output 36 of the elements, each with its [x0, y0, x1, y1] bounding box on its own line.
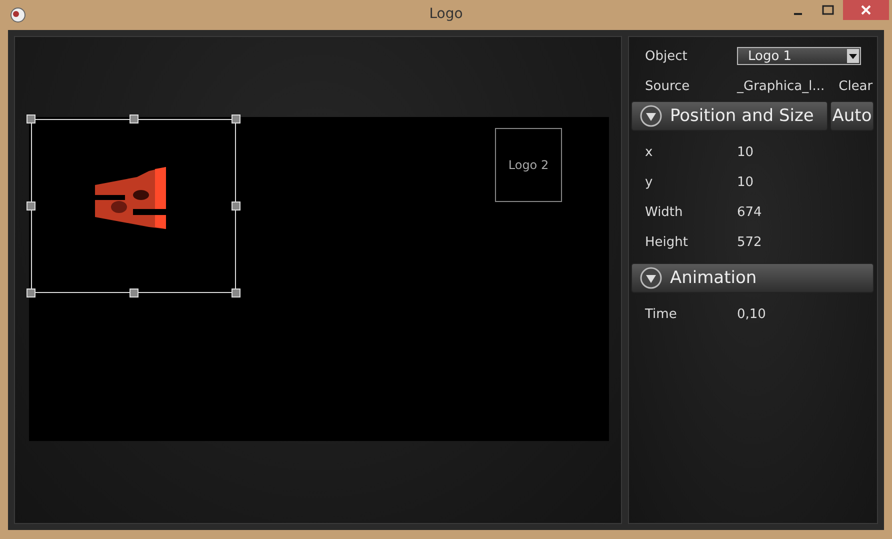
- source-value: _Graphica_l...: [737, 78, 825, 94]
- property-value: 10: [737, 144, 754, 160]
- resize-handle[interactable]: [26, 202, 36, 210]
- expand-icon: [640, 105, 662, 127]
- resize-handle[interactable]: [26, 114, 36, 124]
- property-label: Object: [645, 48, 688, 64]
- property-label: Width: [645, 204, 684, 220]
- property-value: 10: [737, 174, 754, 190]
- minimize-icon: [794, 13, 802, 15]
- object-dropdown[interactable]: Logo 1: [737, 47, 861, 65]
- resize-handle[interactable]: [232, 202, 240, 210]
- section-header[interactable]: Animation: [631, 263, 874, 293]
- expand-icon: [640, 267, 662, 289]
- property-value: 572: [737, 234, 762, 250]
- property-label: x: [645, 144, 654, 160]
- logo-item[interactable]: Logo 2: [495, 128, 562, 202]
- resize-handle[interactable]: [129, 114, 138, 124]
- close-button[interactable]: [843, 0, 889, 20]
- window-title: Logo: [429, 6, 463, 22]
- property-label: y: [645, 174, 654, 190]
- resize-handle[interactable]: [129, 288, 138, 298]
- property-label: Source: [645, 78, 691, 94]
- close-icon: [860, 4, 872, 16]
- property-value: 0,10: [737, 306, 766, 322]
- property-label: Time: [645, 306, 678, 322]
- dropdown-arrow-icon: [849, 54, 857, 58]
- resize-handle[interactable]: [232, 288, 240, 298]
- app-icon: [10, 7, 26, 23]
- section-header[interactable]: Position and Size: [631, 101, 828, 131]
- clear-link[interactable]: Clear: [838, 78, 873, 94]
- maximize-icon: [822, 5, 834, 15]
- property-label: Height: [645, 234, 689, 250]
- resize-handle[interactable]: [26, 288, 36, 298]
- property-value: 674: [737, 204, 762, 220]
- resize-handle[interactable]: [232, 114, 240, 124]
- auto-button[interactable]: Auto: [830, 101, 874, 131]
